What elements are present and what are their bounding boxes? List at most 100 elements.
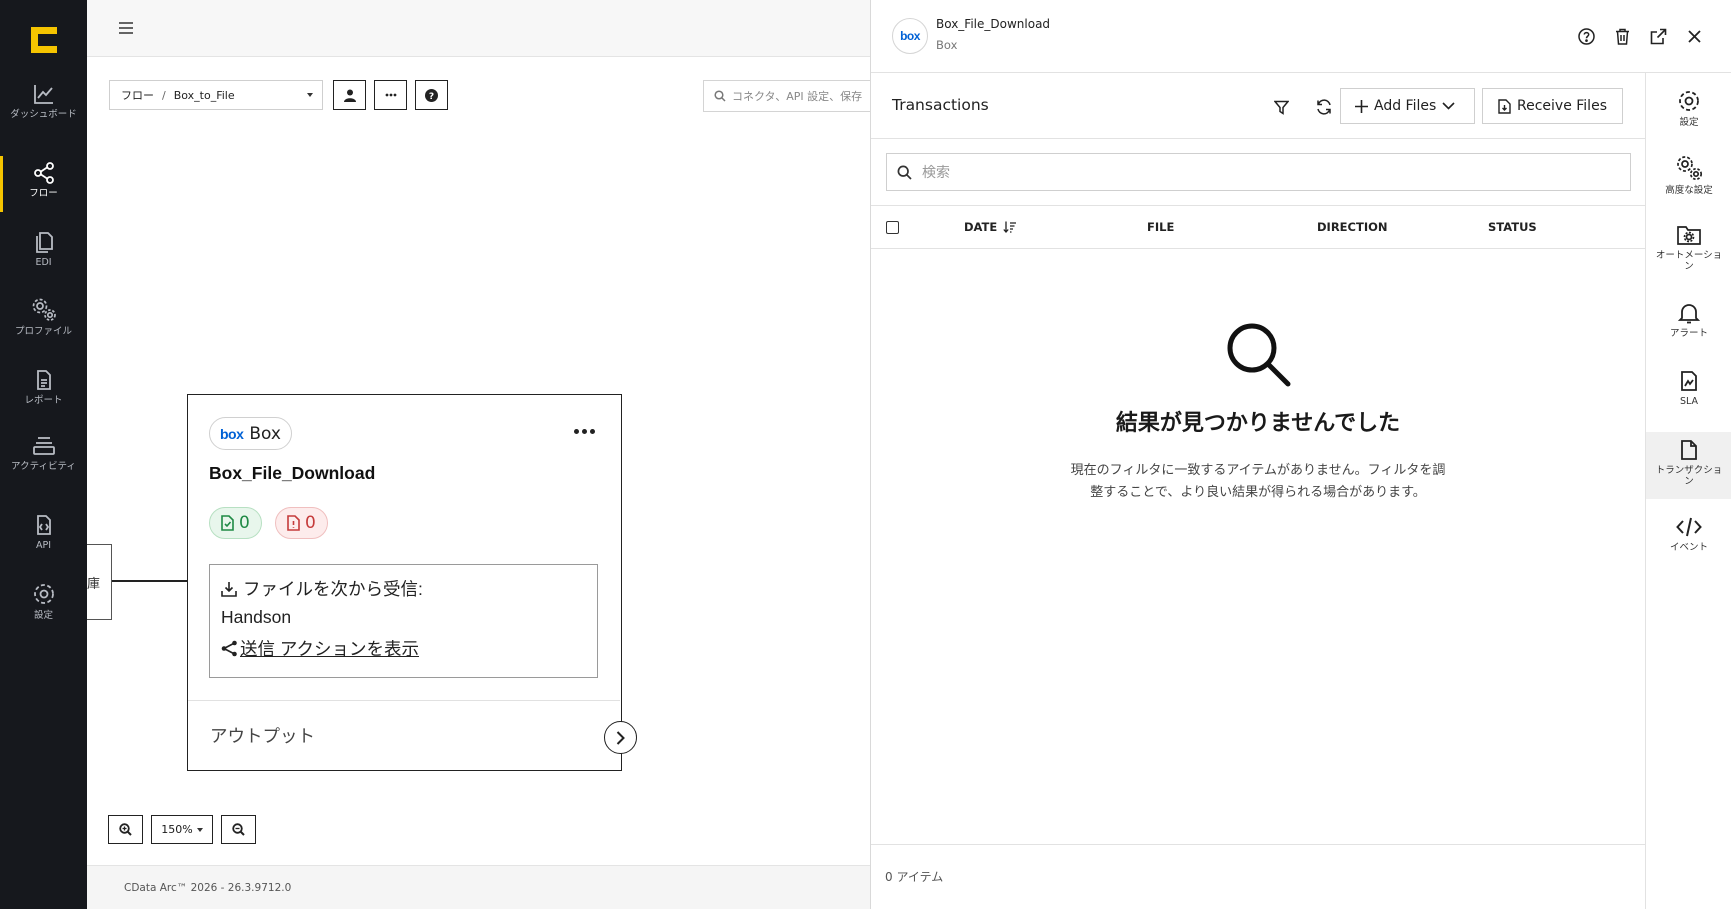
files-icon [35,232,53,253]
nav-item-label: API [35,540,52,551]
breadcrumb-root[interactable]: フロー [121,87,154,103]
column-header-direction[interactable]: DIRECTION [1317,220,1388,234]
user-icon [343,89,356,102]
folder-gear-icon [1677,226,1701,245]
add-files-button[interactable]: Add Files [1340,88,1475,124]
api-file-icon [36,515,51,535]
select-all-checkbox[interactable] [886,221,899,234]
flow-breadcrumb[interactable]: フロー / Box_to_File [109,80,323,110]
refresh-icon [1317,99,1331,115]
upstream-node-text: 庫 [87,577,101,592]
connector-drawer: box Box_File_Download Box Transactions A… [870,0,1731,909]
nav-item-api[interactable]: API [0,514,87,551]
item-count: 0 アイテム [871,844,1645,909]
rail-item-alerts[interactable]: アラート [1646,302,1731,339]
nav-item-flow[interactable]: フロー [0,162,87,199]
zoom-out-button[interactable] [221,815,256,844]
transactions-search-input[interactable]: 検索 [886,153,1631,191]
menu-toggle-button[interactable] [119,22,133,34]
nav-item-profile[interactable]: プロファイル [0,298,87,337]
card-divider [188,700,620,701]
filter-button[interactable] [1271,97,1291,117]
flow-canvas[interactable]: フロー / Box_to_File ? コネクタ、API 設定、保存 庫 box… [87,0,883,909]
transactions-toolbar: Transactions Add Files Receive Files [871,73,1645,139]
drawer-title: Box_File_Download [936,17,1051,31]
bell-icon [1678,304,1700,324]
error-count-badge[interactable]: 0 [275,507,328,539]
nav-item-edi[interactable]: EDI [0,231,87,268]
column-header-date[interactable]: DATE [964,220,1017,234]
zoom-in-icon [119,823,132,836]
nav-item-label: フロー [29,188,58,199]
connector-title: Box_File_Download [209,463,376,483]
rail-item-transactions[interactable]: トランザクション [1646,432,1731,499]
box-logo: box [900,29,920,43]
nav-item-report[interactable]: レポート [0,369,87,406]
trash-icon [1615,28,1629,45]
connector-type-chip: box Box [209,417,292,450]
column-header-file[interactable]: FILE [1147,220,1174,234]
rail-item-advanced-settings[interactable]: 高度な設定 [1646,155,1731,196]
file-download-icon [1498,98,1511,114]
zoom-in-button[interactable] [108,815,143,844]
receive-source: Handson [221,607,292,627]
nav-item-dashboard[interactable]: ダッシュボード [0,83,87,120]
output-port-button[interactable] [604,721,637,754]
help-button[interactable]: ? [415,80,448,110]
filter-icon [1273,100,1289,115]
breadcrumb-separator: / [162,88,166,102]
drawer-side-rail: 設定 高度な設定 オートメーション アラート SLA トランザクション イベント [1645,73,1731,909]
help-button[interactable] [1576,26,1596,46]
zoom-level-select[interactable]: 150% [151,815,213,844]
send-actions-link[interactable]: 送信 アクションを表示 [221,636,419,661]
receive-info-box: ファイルを次から受信: Handson 送信 アクションを表示 [209,564,598,678]
card-more-button[interactable] [574,429,595,434]
connector-logo: box [892,18,928,54]
svg-text:?: ? [429,92,434,102]
gear-icon [33,584,54,604]
question-circle-icon [1577,27,1595,45]
layers-icon [32,437,55,455]
nav-item-label: プロファイル [14,326,72,337]
share-nodes-icon [33,162,54,184]
flow-connector [112,580,187,582]
search-icon [1227,323,1291,387]
nav-item-activity[interactable]: アクティビティ [0,435,87,472]
receive-files-button[interactable]: Receive Files [1482,88,1623,124]
empty-state-title: 結果が見つかりませんでした [1115,411,1401,436]
nav-item-label: ダッシュボード [10,109,77,120]
close-button[interactable] [1684,26,1704,46]
chevron-down-icon [1442,102,1455,110]
column-header-status[interactable]: STATUS [1488,220,1537,234]
cdata-logo[interactable] [31,27,57,53]
search-placeholder: 検索 [922,165,950,181]
open-external-button[interactable] [1648,26,1668,46]
rail-item-sla[interactable]: SLA [1646,370,1731,407]
gear-icon [1679,91,1699,111]
chevron-down-icon [196,827,203,832]
nav-item-settings[interactable]: 設定 [0,582,87,621]
rail-item-automation[interactable]: オートメーション [1646,224,1731,272]
file-check-icon [221,515,234,531]
transactions-title: Transactions [892,96,989,114]
upstream-node[interactable]: 庫 [87,544,112,620]
share-nodes-icon [221,640,237,657]
more-options-button[interactable] [374,80,407,110]
connector-type-label: Box [249,423,281,444]
ellipsis-icon [385,93,396,97]
rail-item-settings[interactable]: 設定 [1646,89,1731,128]
delete-button[interactable] [1612,26,1632,46]
empty-state-description: 現在のフィルタに一致するアイテムがありません。フィルタを調整することで、より良い… [1070,463,1446,500]
success-count-badge[interactable]: 0 [209,507,262,539]
search-icon [714,90,726,102]
rail-item-events[interactable]: イベント [1646,516,1731,553]
gears-icon [32,298,56,321]
search-icon [897,165,912,180]
sla-file-icon [1681,371,1697,391]
top-bar [87,0,870,57]
zoom-out-icon [232,823,245,836]
connector-search-input[interactable]: コネクタ、API 設定、保存 [703,80,883,112]
connector-card[interactable]: box Box Box_File_Download 0 0 ファイルを次から受信… [187,394,637,771]
refresh-button[interactable] [1314,97,1334,117]
user-button[interactable] [333,80,366,110]
